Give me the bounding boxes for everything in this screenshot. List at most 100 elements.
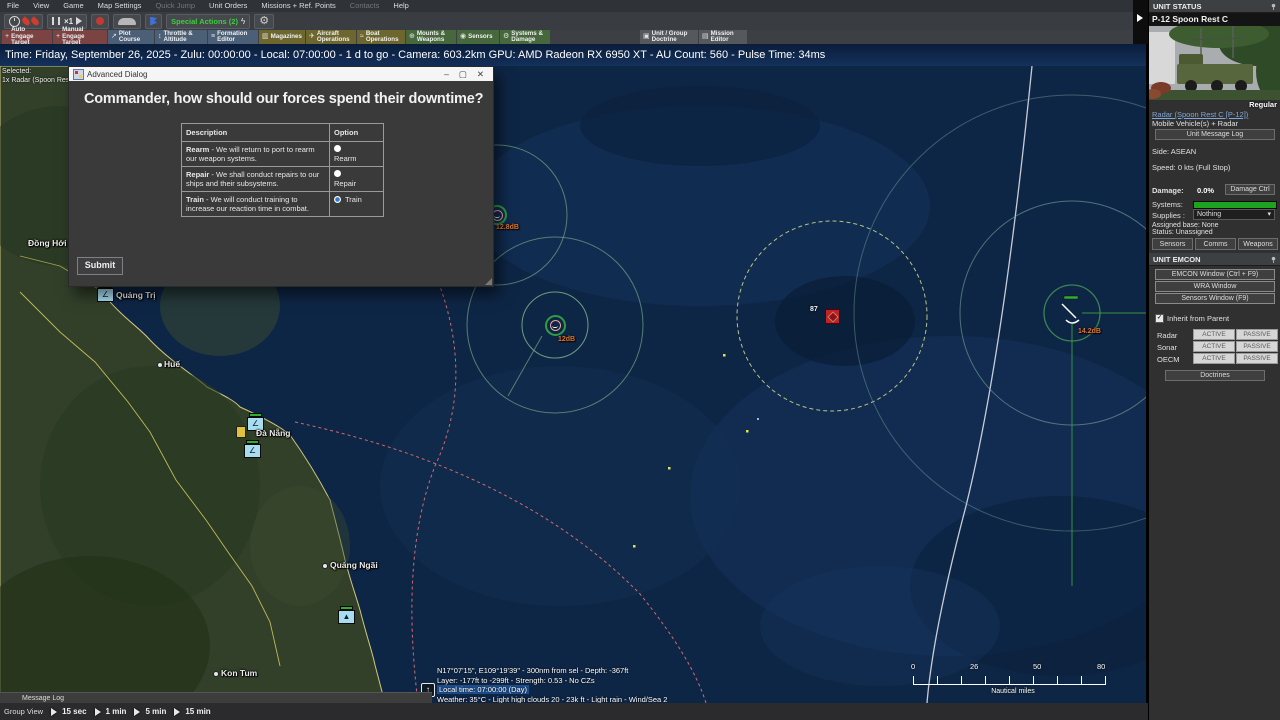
throttle-altitude-button[interactable]: ↕Throttle & Altitude: [155, 30, 207, 44]
side-label: Side: ASEAN: [1152, 147, 1196, 156]
sonar-active-button[interactable]: ACTIVE: [1193, 341, 1235, 352]
manual-engage-target-button[interactable]: +Manual Engage Target: [53, 30, 107, 44]
unit-status-header[interactable]: UNIT STATUS: [1149, 0, 1280, 13]
table-row-repair: Repair - We shall conduct repairs to our…: [182, 166, 383, 191]
maximize-button[interactable]: ▢: [454, 69, 472, 80]
contact-label: 12dB: [558, 336, 575, 343]
settings-button[interactable]: ⚙: [254, 14, 274, 29]
time-status-bar: Time: Friday, September 26, 2025 - Zulu:…: [0, 44, 1146, 66]
menu-item-view[interactable]: View: [26, 0, 56, 12]
emcon-window-button[interactable]: EMCON Window (Ctrl + F9): [1155, 269, 1275, 280]
flag-button[interactable]: [145, 14, 162, 29]
play-icon: [76, 17, 82, 25]
record-button[interactable]: [91, 14, 109, 29]
menu-item-map-settings[interactable]: Map Settings: [91, 0, 149, 12]
doctrines-button[interactable]: Doctrines: [1165, 370, 1265, 381]
damage-ctrl-button[interactable]: Damage Ctrl: [1225, 184, 1275, 195]
row-desc: - We will conduct training to increase o…: [186, 195, 309, 213]
unit-database-link[interactable]: Radar (Spoon Rest C [P-12]): [1152, 110, 1248, 119]
local-time-line: Local time: 07:00:00 (Day): [437, 685, 529, 694]
oecm-passive-button[interactable]: PASSIVE: [1236, 353, 1278, 364]
comms-tab-button[interactable]: Comms: [1195, 238, 1236, 250]
close-button[interactable]: ✕: [472, 69, 489, 80]
formation-editor-button[interactable]: ≡Formation Editor: [208, 30, 258, 44]
column-header-description: Description: [182, 124, 330, 141]
dialog-title-bar[interactable]: Advanced Dialog – ▢ ✕: [69, 67, 493, 81]
facility-icon-da-nang-2[interactable]: ∠: [244, 444, 261, 458]
systems-damage-button[interactable]: ⚙Systems & Damage: [500, 30, 550, 44]
pause-icon: [52, 17, 54, 25]
city-dot: [322, 563, 328, 569]
unit-emcon-header[interactable]: UNIT EMCON: [1149, 253, 1280, 266]
radio-repair[interactable]: [334, 170, 341, 177]
sonar-passive-button[interactable]: PASSIVE: [1236, 341, 1278, 352]
menu-item-missions-ref-points[interactable]: Missions + Ref. Points: [254, 0, 342, 12]
chevron-down-icon: ▾: [1267, 210, 1271, 219]
time-step-15sec[interactable]: 15 sec: [51, 707, 86, 716]
scale-tick-label: 50: [1033, 662, 1041, 671]
air-defense-icon[interactable]: ▲: [338, 610, 355, 624]
sensor-icon: ◉: [460, 34, 466, 40]
menu-item-unit-orders[interactable]: Unit Orders: [202, 0, 254, 12]
contact-symbol-hostile[interactable]: [825, 309, 840, 324]
pin-icon[interactable]: [1270, 256, 1277, 263]
submit-button[interactable]: Submit: [77, 257, 123, 275]
radio-train[interactable]: [334, 196, 341, 203]
contact-label: 12.8dB: [496, 224, 519, 231]
mission-editor-button[interactable]: ▤Mission Editor: [699, 30, 747, 44]
time-step-15min[interactable]: 15 min: [174, 707, 210, 716]
sensors-button[interactable]: ◉Sensors: [457, 30, 499, 44]
menu-item-file[interactable]: File: [0, 0, 26, 12]
inherit-checkbox[interactable]: ✓: [1155, 314, 1164, 323]
radar-active-button[interactable]: ACTIVE: [1193, 329, 1235, 340]
message-log-title: Message Log: [22, 695, 64, 702]
oecm-active-button[interactable]: ACTIVE: [1193, 353, 1235, 364]
damage-label: Damage:: [1152, 186, 1184, 195]
speed-multiplier: ×1: [64, 17, 73, 26]
unit-message-log-button[interactable]: Unit Message Log: [1155, 129, 1275, 140]
flame-icon: [21, 16, 32, 27]
city-dot: [157, 362, 163, 368]
resize-grip[interactable]: [485, 278, 492, 285]
sensors-tab-button[interactable]: Sensors: [1152, 238, 1193, 250]
radar-passive-button[interactable]: PASSIVE: [1236, 329, 1278, 340]
menu-item-help[interactable]: Help: [386, 0, 415, 12]
minimize-button[interactable]: –: [439, 69, 454, 79]
scale-tick-label: 0: [911, 662, 915, 671]
plot-course-button[interactable]: ↗Plot Course: [108, 30, 154, 44]
collapse-arrow-icon[interactable]: [1137, 14, 1143, 22]
menu-item-game[interactable]: Game: [56, 0, 90, 12]
aircraft-operations-button[interactable]: ✈Aircraft Operations: [306, 30, 356, 44]
sidebar-collapse-strip: [1133, 0, 1148, 44]
menu-item-quick-jump: Quick Jump: [148, 0, 202, 12]
proficiency-label: Regular: [1149, 100, 1277, 109]
weapons-tab-button[interactable]: Weapons: [1238, 238, 1278, 250]
radio-rearm[interactable]: [334, 145, 341, 152]
boat-operations-button[interactable]: ≈Boat Operations: [357, 30, 405, 44]
facility-icon-quang-tri[interactable]: ∠: [97, 288, 114, 302]
advanced-dialog-window: Advanced Dialog – ▢ ✕ Commander, how sho…: [68, 66, 494, 287]
sensors-window-button[interactable]: Sensors Window (F9): [1155, 293, 1275, 304]
auto-engage-target-button[interactable]: +Auto Engage Target: [2, 30, 52, 44]
supplies-dropdown[interactable]: Nothing▾: [1193, 209, 1275, 220]
mounts-weapons-button[interactable]: ⊕Mounts & Weapons: [406, 30, 456, 44]
scale-tick-label: 26: [970, 662, 978, 671]
building-icon: [236, 426, 246, 438]
magazines-button[interactable]: ▥Magazines: [259, 30, 305, 44]
pin-icon[interactable]: [1270, 3, 1277, 10]
scenario-button[interactable]: [113, 14, 141, 29]
magazines-icon: ▥: [262, 34, 269, 40]
menu-bar: FileViewGameMap SettingsQuick JumpUnit O…: [0, 0, 1148, 12]
group-view-label[interactable]: Group View: [4, 707, 43, 716]
special-actions-button[interactable]: Special Actions (2) ϟ: [166, 14, 250, 29]
time-step-5min[interactable]: 5 min: [134, 707, 166, 716]
contact-symbol-friendly[interactable]: [545, 315, 566, 336]
selected-unit-caption: Selected: 1x Radar (Spoon Rest C: [2, 67, 78, 85]
supplies-label: Supplies :: [1152, 211, 1185, 220]
scale-unit-label: Nautical miles: [908, 688, 1118, 695]
unit-group-doctrine-button[interactable]: ▣Unit / Group Doctrine: [640, 30, 698, 44]
play-step-icon: [174, 708, 180, 716]
contact-label: 14.2dB: [1078, 328, 1101, 335]
wra-window-button[interactable]: WRA Window: [1155, 281, 1275, 292]
time-step-1min[interactable]: 1 min: [95, 707, 127, 716]
